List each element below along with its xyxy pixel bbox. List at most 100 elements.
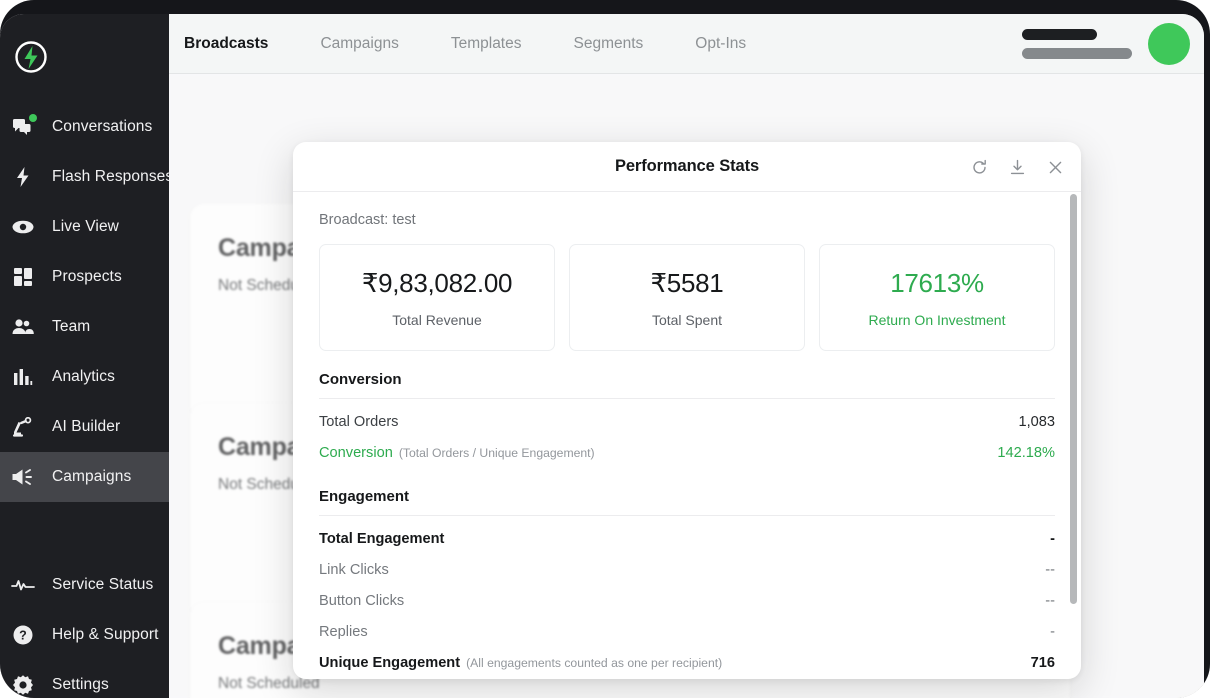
row-value: - — [1050, 623, 1055, 640]
row-key-text: Replies — [319, 623, 368, 640]
stat-card-return-on-investment: 17613% Return On Investment — [819, 244, 1055, 351]
section-title-engagement: Engagement — [319, 488, 1055, 516]
device-frame: Conversations Flash Responses Live View … — [0, 0, 1210, 698]
app-logo[interactable] — [8, 34, 54, 80]
sidebar-item-label: Prospects — [52, 268, 122, 285]
modal-scrollbar-thumb[interactable] — [1070, 194, 1077, 604]
stat-value: ₹5581 — [650, 267, 724, 298]
eye-icon — [8, 214, 38, 240]
stat-card-row: ₹9,83,082.00 Total Revenue ₹5581 Total S… — [319, 244, 1055, 351]
tab-list: Broadcasts Campaigns Templates Segments … — [184, 14, 798, 74]
row-value: -- — [1045, 592, 1055, 609]
tab-opt-ins[interactable]: Opt-Ins — [695, 35, 746, 53]
sidebar-item-team[interactable]: Team — [0, 302, 169, 352]
avatar[interactable] — [1148, 23, 1190, 65]
row-key-text: Unique Engagement — [319, 654, 461, 671]
sidebar-item-label: Flash Responses — [52, 168, 174, 185]
bar-chart-icon — [8, 364, 38, 390]
redacted-bar-primary — [1022, 29, 1097, 40]
tab-segments[interactable]: Segments — [574, 35, 644, 53]
row-key: Replies — [319, 624, 368, 640]
tab-templates[interactable]: Templates — [451, 35, 522, 53]
row-key: Total Orders — [319, 414, 398, 430]
sidebar-item-label: Service Status — [52, 576, 154, 593]
row-conversion: Conversion (Total Orders / Unique Engage… — [319, 437, 1055, 468]
row-value: -- — [1045, 561, 1055, 578]
sidebar: Conversations Flash Responses Live View … — [0, 14, 173, 698]
row-key-text: Link Clicks — [319, 561, 389, 578]
sidebar-item-label: Help & Support — [52, 626, 159, 643]
lightning-bolt-icon — [8, 164, 38, 190]
sidebar-item-help-support[interactable]: ? Help & Support — [0, 610, 169, 660]
stat-label: Return On Investment — [868, 311, 1006, 328]
tab-campaigns[interactable]: Campaigns — [320, 35, 398, 53]
stat-card-total-spent: ₹5581 Total Spent — [569, 244, 805, 351]
unread-dot — [29, 114, 37, 122]
sidebar-item-campaigns[interactable]: Campaigns — [0, 452, 169, 502]
row-replies: Replies - — [319, 616, 1055, 647]
pulse-icon — [8, 572, 38, 598]
sidebar-item-conversations[interactable]: Conversations — [0, 102, 169, 152]
sidebar-item-label: Team — [52, 318, 91, 335]
sidebar-item-ai-builder[interactable]: AI Builder — [0, 402, 169, 452]
sidebar-item-label: Settings — [52, 676, 109, 693]
row-key: Button Clicks — [319, 593, 404, 609]
stat-value: ₹9,83,082.00 — [361, 267, 513, 298]
topbar-right-group — [1022, 14, 1190, 74]
device-screen: Conversations Flash Responses Live View … — [0, 14, 1204, 698]
close-icon[interactable] — [1045, 157, 1065, 177]
sidebar-item-settings[interactable]: Settings — [0, 660, 169, 698]
sidebar-item-live-view[interactable]: Live View — [0, 202, 169, 252]
row-key: Total Engagement — [319, 531, 444, 547]
tab-broadcasts[interactable]: Broadcasts — [184, 35, 268, 53]
question-circle-icon: ? — [8, 622, 38, 648]
modal-header: Performance Stats — [293, 142, 1081, 192]
row-total-engagement: Total Engagement - — [319, 523, 1055, 554]
stat-label: Total Revenue — [392, 311, 482, 328]
stat-card-total-revenue: ₹9,83,082.00 Total Revenue — [319, 244, 555, 351]
sidebar-item-label: Conversations — [52, 118, 153, 135]
svg-text:?: ? — [19, 629, 27, 643]
sidebar-item-service-status[interactable]: Service Status — [0, 560, 169, 610]
top-navigation-bar: Broadcasts Campaigns Templates Segments … — [169, 14, 1204, 74]
row-total-orders: Total Orders 1,083 — [319, 406, 1055, 437]
row-key: Conversion (Total Orders / Unique Engage… — [319, 445, 595, 461]
row-key-text: Button Clicks — [319, 592, 405, 609]
sidebar-main-nav: Conversations Flash Responses Live View … — [0, 102, 173, 502]
refresh-icon[interactable] — [969, 157, 989, 177]
megaphone-icon — [8, 464, 38, 490]
row-key-text: Total Engagement — [319, 530, 445, 547]
sidebar-item-flash-responses[interactable]: Flash Responses — [0, 152, 173, 202]
row-key-text: Total Orders — [319, 413, 399, 430]
robot-arm-icon — [8, 414, 38, 440]
row-button-clicks: Button Clicks -- — [319, 585, 1055, 616]
sidebar-bottom-nav: Service Status ? Help & Support Settings — [0, 560, 169, 698]
row-unique-engagement: Unique Engagement (All engagements count… — [319, 647, 1055, 678]
modal-action-group — [969, 142, 1065, 192]
redacted-account-info — [1022, 29, 1132, 59]
sidebar-item-analytics[interactable]: Analytics — [0, 352, 169, 402]
modal-title: Performance Stats — [614, 157, 760, 175]
row-value: 1,083 — [1018, 413, 1055, 430]
grid-icon — [8, 264, 38, 290]
row-key: Link Clicks — [319, 562, 389, 578]
sidebar-item-label: Live View — [52, 218, 119, 235]
performance-stats-modal: Performance Stats Broadcast: test ₹9,83,… — [293, 142, 1081, 679]
row-key-note: (All engagements counted as one per reci… — [466, 655, 723, 670]
gear-icon — [8, 672, 38, 698]
stat-value: 17613% — [890, 267, 984, 298]
row-value: 716 — [1030, 654, 1055, 671]
stat-label: Total Spent — [651, 311, 723, 328]
sidebar-item-label: Campaigns — [52, 468, 132, 485]
row-link-clicks: Link Clicks -- — [319, 554, 1055, 585]
sidebar-item-label: Analytics — [52, 368, 115, 385]
chat-icon — [8, 114, 38, 140]
row-key-text: Conversion — [319, 444, 393, 461]
row-key-note: (Total Orders / Unique Engagement) — [398, 445, 595, 460]
broadcast-name: Broadcast: test — [319, 212, 416, 228]
download-icon[interactable] — [1007, 157, 1027, 177]
section-title-conversion: Conversion — [319, 371, 1055, 399]
sidebar-item-prospects[interactable]: Prospects — [0, 252, 169, 302]
row-key: Unique Engagement (All engagements count… — [319, 655, 722, 671]
sidebar-item-label: AI Builder — [52, 418, 121, 435]
